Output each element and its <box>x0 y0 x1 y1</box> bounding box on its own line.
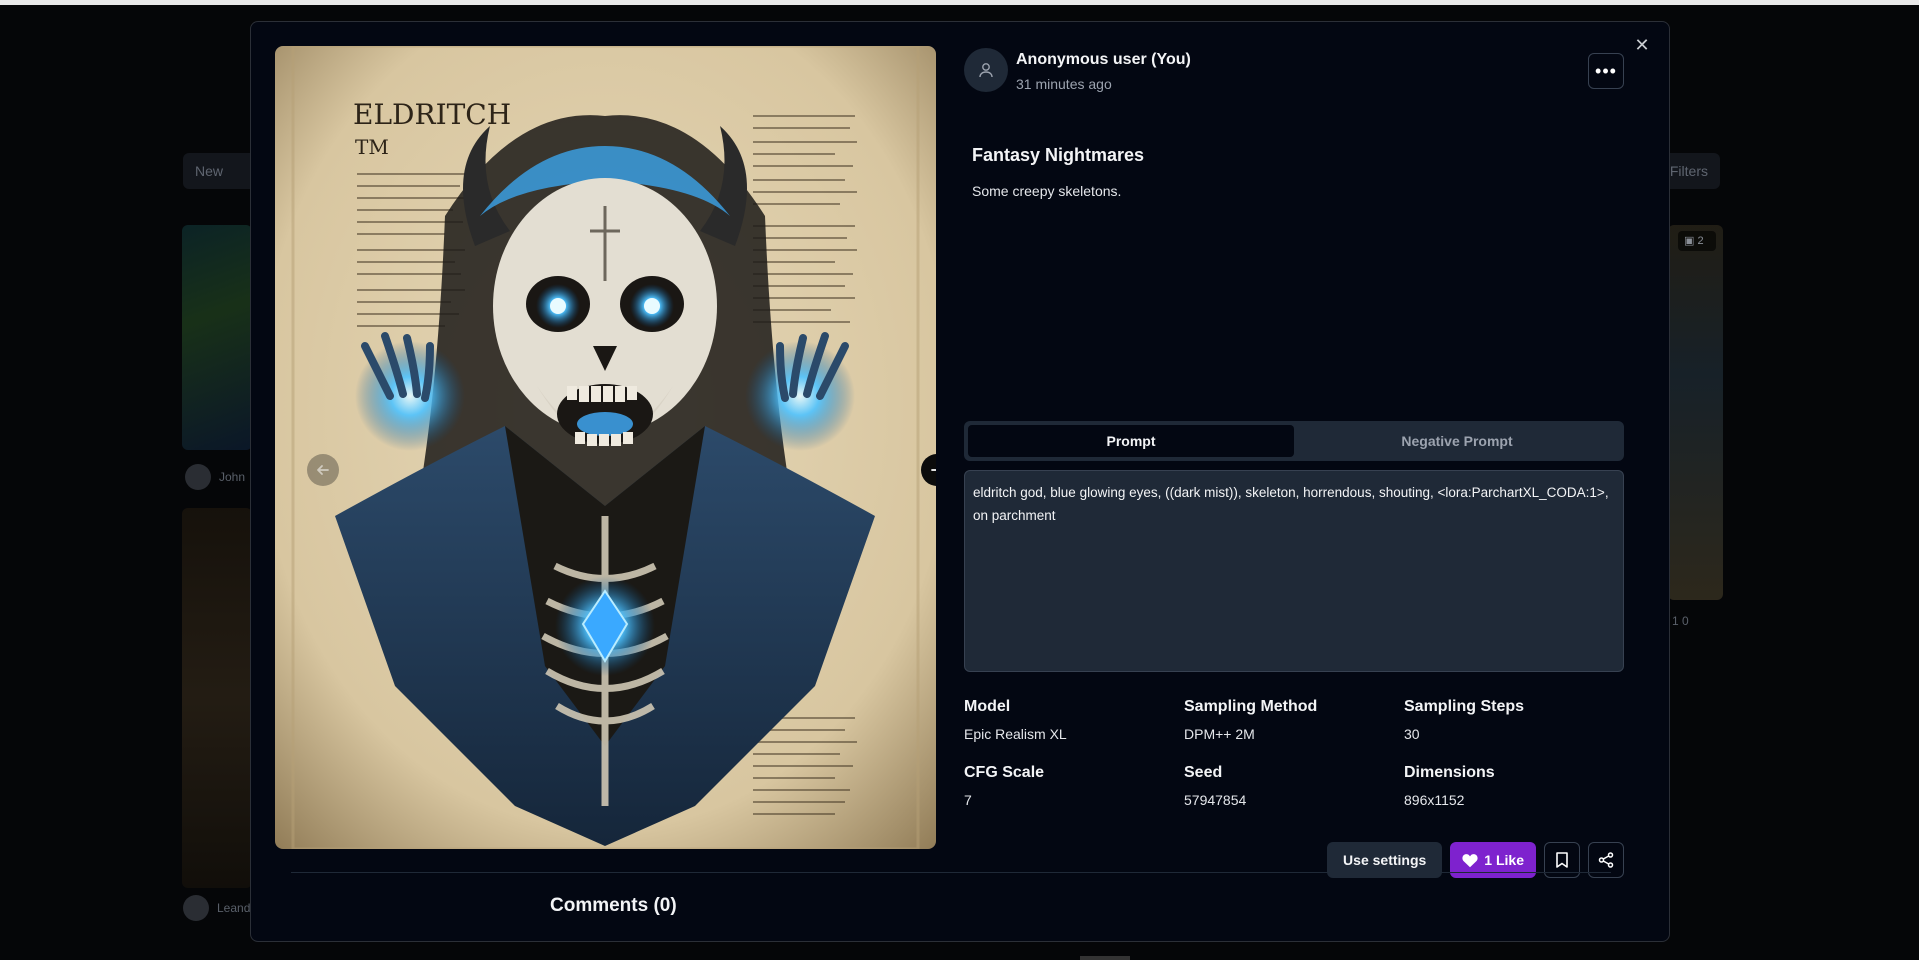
avatar <box>183 895 209 921</box>
scrollbar[interactable] <box>1080 956 1130 960</box>
tab-prompt[interactable]: Prompt <box>968 425 1294 457</box>
detail-cfg-scale: CFG Scale 7 <box>964 764 1184 808</box>
tab-negative-prompt[interactable]: Negative Prompt <box>1294 425 1620 457</box>
gallery-card-user: Leand <box>183 895 250 921</box>
detail-value: 896x1152 <box>1404 792 1465 808</box>
avatar <box>185 464 211 490</box>
post-title: Fantasy Nightmares <box>972 145 1145 165</box>
detail-value: 57947854 <box>1184 792 1247 808</box>
close-icon[interactable]: ✕ <box>1631 34 1653 56</box>
prompt-tabs: Prompt Negative Prompt <box>964 421 1624 461</box>
author-name[interactable]: Anonymous user (You) <box>1016 51 1191 69</box>
image-count: 2 <box>1697 235 1704 247</box>
detail-value: 30 <box>1404 726 1420 742</box>
detail-label: Model <box>964 698 1011 715</box>
comments-heading: Comments (0) <box>550 895 677 916</box>
detail-label: Sampling Steps <box>1404 698 1525 715</box>
detail-sampling-steps: Sampling Steps 30 <box>1404 698 1624 742</box>
gallery-user-name: Leand <box>217 901 251 915</box>
gallery-user-name: John <box>219 470 246 484</box>
previous-image-button[interactable] <box>307 454 339 486</box>
gallery-card-user: John <box>185 464 245 490</box>
gallery-stats: 1 0 <box>1672 614 1689 628</box>
generation-details: Model Epic Realism XL Sampling Method DP… <box>964 698 1624 808</box>
author-row: Anonymous user (You) 31 minutes ago ••• <box>964 46 1624 96</box>
post-description: Some creepy skeletons. <box>972 183 1122 199</box>
detail-label: Seed <box>1184 764 1223 781</box>
detail-label: Sampling Method <box>1184 698 1318 715</box>
like-count: 1 Like <box>1484 852 1524 868</box>
detail-sampling-method: Sampling Method DPM++ 2M <box>1184 698 1404 742</box>
top-bar <box>0 0 1919 5</box>
arrow-left-icon <box>317 465 329 475</box>
image-heading: ELDRITCH <box>353 98 511 131</box>
detail-value: Epic Realism XL <box>964 726 1067 742</box>
heart-icon <box>1462 853 1478 867</box>
share-icon <box>1598 852 1614 868</box>
divider <box>291 872 1611 873</box>
image-details-panel: Anonymous user (You) 31 minutes ago ••• … <box>964 46 1624 878</box>
image-detail-modal: ✕ ELDRITCH TM Anonymous user (You) 31 mi… <box>250 21 1670 942</box>
detail-seed: Seed 57947854 <box>1184 764 1404 808</box>
gallery-card[interactable] <box>182 508 252 888</box>
image-count-badge: ▣ 2 <box>1678 231 1716 251</box>
detail-label: CFG Scale <box>964 764 1045 781</box>
image-subheading: TM <box>355 135 389 159</box>
detail-value: 7 <box>964 792 972 808</box>
skeleton-artwork: ELDRITCH TM <box>275 46 936 849</box>
avatar[interactable] <box>964 48 1008 92</box>
detail-value: DPM++ 2M <box>1184 726 1255 742</box>
detail-dimensions: Dimensions 896x1152 <box>1404 764 1624 808</box>
generated-image: ELDRITCH TM <box>275 46 936 849</box>
detail-model: Model Epic Realism XL <box>964 698 1184 742</box>
post-timestamp: 31 minutes ago <box>1016 76 1112 92</box>
detail-label: Dimensions <box>1404 764 1495 781</box>
gallery-card[interactable] <box>182 225 252 450</box>
user-icon <box>979 63 993 78</box>
more-horizontal-icon: ••• <box>1595 60 1617 81</box>
arrow-right-icon <box>931 469 936 471</box>
more-options-button[interactable]: ••• <box>1588 53 1624 89</box>
prompt-text[interactable]: eldritch god, blue glowing eyes, ((dark … <box>964 470 1624 672</box>
bookmark-icon <box>1556 852 1568 868</box>
gallery-card[interactable] <box>1668 225 1723 600</box>
